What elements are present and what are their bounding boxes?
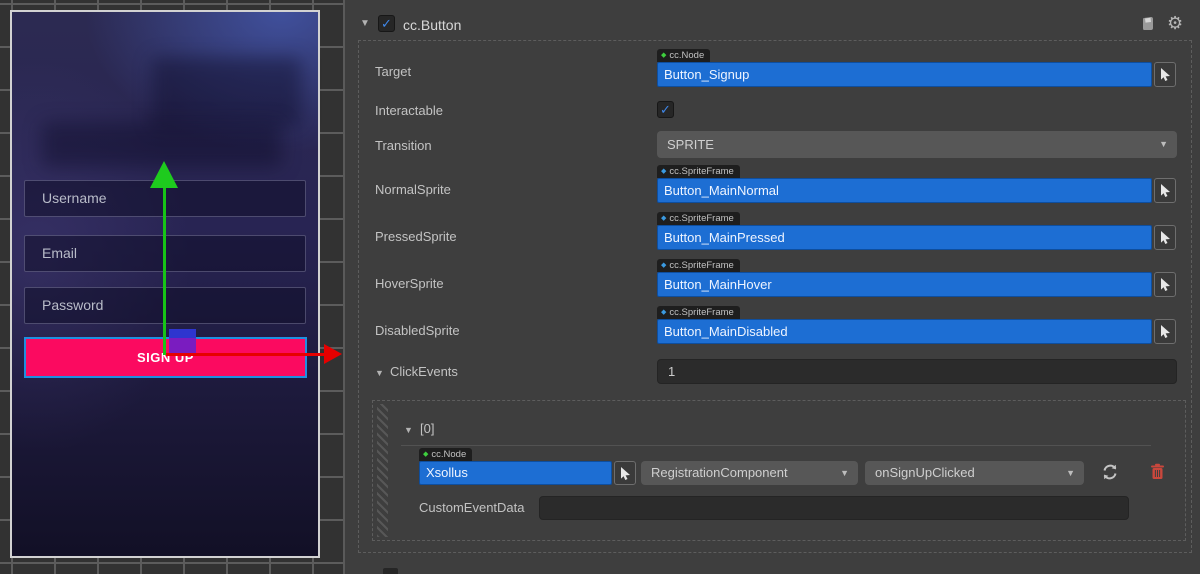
event-component-dropdown[interactable]: RegistrationComponent ▼: [641, 461, 858, 485]
cursor-icon: [1160, 278, 1171, 291]
node-type-icon: ◆: [661, 52, 666, 59]
clickevents-count-input[interactable]: 1: [657, 359, 1177, 384]
hover-sprite-field[interactable]: Button_MainHover: [657, 272, 1152, 297]
scene-view[interactable]: Username Email Password SIGN UP: [0, 0, 344, 574]
gear-icon[interactable]: ⚙: [1167, 13, 1183, 34]
gizmo-x-axis-arrow-icon[interactable]: [324, 344, 342, 364]
collapse-arrow-icon[interactable]: ▼: [360, 19, 370, 29]
spriteframe-type-icon: ◆: [661, 309, 666, 316]
cursor-icon: [1160, 68, 1171, 81]
disabled-sprite-type-tag: ◆ cc.SpriteFrame: [657, 306, 740, 319]
event-node-field[interactable]: Xsollus: [419, 461, 612, 485]
target-label: Target: [375, 64, 411, 79]
normal-sprite-field[interactable]: Button_MainNormal: [657, 178, 1152, 203]
drag-handle[interactable]: [377, 404, 388, 537]
event-node-picker-button[interactable]: [614, 461, 636, 485]
custom-event-data-label: CustomEventData: [419, 500, 525, 515]
component-enabled-checkbox[interactable]: ✓: [378, 15, 395, 32]
delete-trash-icon[interactable]: [1150, 463, 1165, 480]
checkmark-icon: ✓: [660, 103, 671, 116]
inspector-panel: ▼ ✓ cc.Button ⚙ Target ◆ cc.Node Button_…: [345, 0, 1200, 574]
normal-sprite-type-tag: ◆ cc.SpriteFrame: [657, 165, 740, 178]
pressed-sprite-picker-button[interactable]: [1154, 225, 1176, 250]
chevron-down-icon: ▼: [1066, 461, 1075, 485]
event-node-type-tag: ◆ cc.Node: [419, 448, 472, 461]
cursor-icon: [1160, 231, 1171, 244]
hover-sprite-picker-button[interactable]: [1154, 272, 1176, 297]
pressed-sprite-type-tag: ◆ cc.SpriteFrame: [657, 212, 740, 225]
book-icon[interactable]: [1140, 15, 1157, 32]
chevron-down-icon: ▼: [840, 461, 849, 485]
next-component-stub: [383, 568, 398, 574]
component-title: cc.Button: [403, 17, 461, 33]
interactable-checkbox[interactable]: ✓: [657, 101, 674, 118]
event-handler-dropdown[interactable]: onSignUpClicked ▼: [865, 461, 1084, 485]
gizmo-y-axis-arrow-icon[interactable]: [150, 161, 178, 188]
target-type-tag: ◆ cc.Node: [657, 49, 710, 62]
disabled-sprite-field[interactable]: Button_MainDisabled: [657, 319, 1152, 344]
normal-sprite-picker-button[interactable]: [1154, 178, 1176, 203]
cursor-icon: [1160, 325, 1171, 338]
spriteframe-type-icon: ◆: [661, 215, 666, 222]
transition-dropdown[interactable]: SPRITE ▼: [657, 131, 1177, 158]
event-item-collapse-arrow-icon[interactable]: ▼: [404, 425, 413, 435]
custom-event-data-input[interactable]: [539, 496, 1129, 520]
click-event-item-panel: ▼ [0] ◆ cc.Node Xsollus RegistrationComp…: [372, 400, 1186, 541]
hover-sprite-label: HoverSprite: [375, 276, 444, 291]
transition-label: Transition: [375, 138, 432, 153]
gizmo-center-handle[interactable]: [169, 329, 196, 338]
normal-sprite-label: NormalSprite: [375, 182, 451, 197]
gizmo-y-axis-line: [163, 173, 166, 355]
spriteframe-type-icon: ◆: [661, 262, 666, 269]
disabled-sprite-label: DisabledSprite: [375, 323, 460, 338]
target-node-field[interactable]: Button_Signup: [657, 62, 1152, 87]
event-item-index: [0]: [420, 421, 434, 436]
chevron-down-icon: ▼: [1159, 131, 1168, 158]
disabled-sprite-picker-button[interactable]: [1154, 319, 1176, 344]
clickevents-label: ClickEvents: [390, 364, 458, 379]
gizmo-x-axis-line: [166, 353, 324, 356]
target-node-picker-button[interactable]: [1154, 62, 1176, 87]
node-type-icon: ◆: [423, 451, 428, 458]
pressed-sprite-label: PressedSprite: [375, 229, 457, 244]
cursor-icon: [1160, 184, 1171, 197]
background-glow: [152, 57, 302, 127]
clickevents-collapse-arrow-icon[interactable]: ▼: [375, 368, 384, 378]
hover-sprite-type-tag: ◆ cc.SpriteFrame: [657, 259, 740, 272]
interactable-label: Interactable: [375, 103, 443, 118]
spriteframe-type-icon: ◆: [661, 168, 666, 175]
separator: [401, 445, 1151, 446]
pressed-sprite-field[interactable]: Button_MainPressed: [657, 225, 1152, 250]
cursor-icon: [620, 467, 631, 480]
refresh-icon[interactable]: [1101, 463, 1119, 481]
checkmark-icon: ✓: [381, 17, 392, 30]
